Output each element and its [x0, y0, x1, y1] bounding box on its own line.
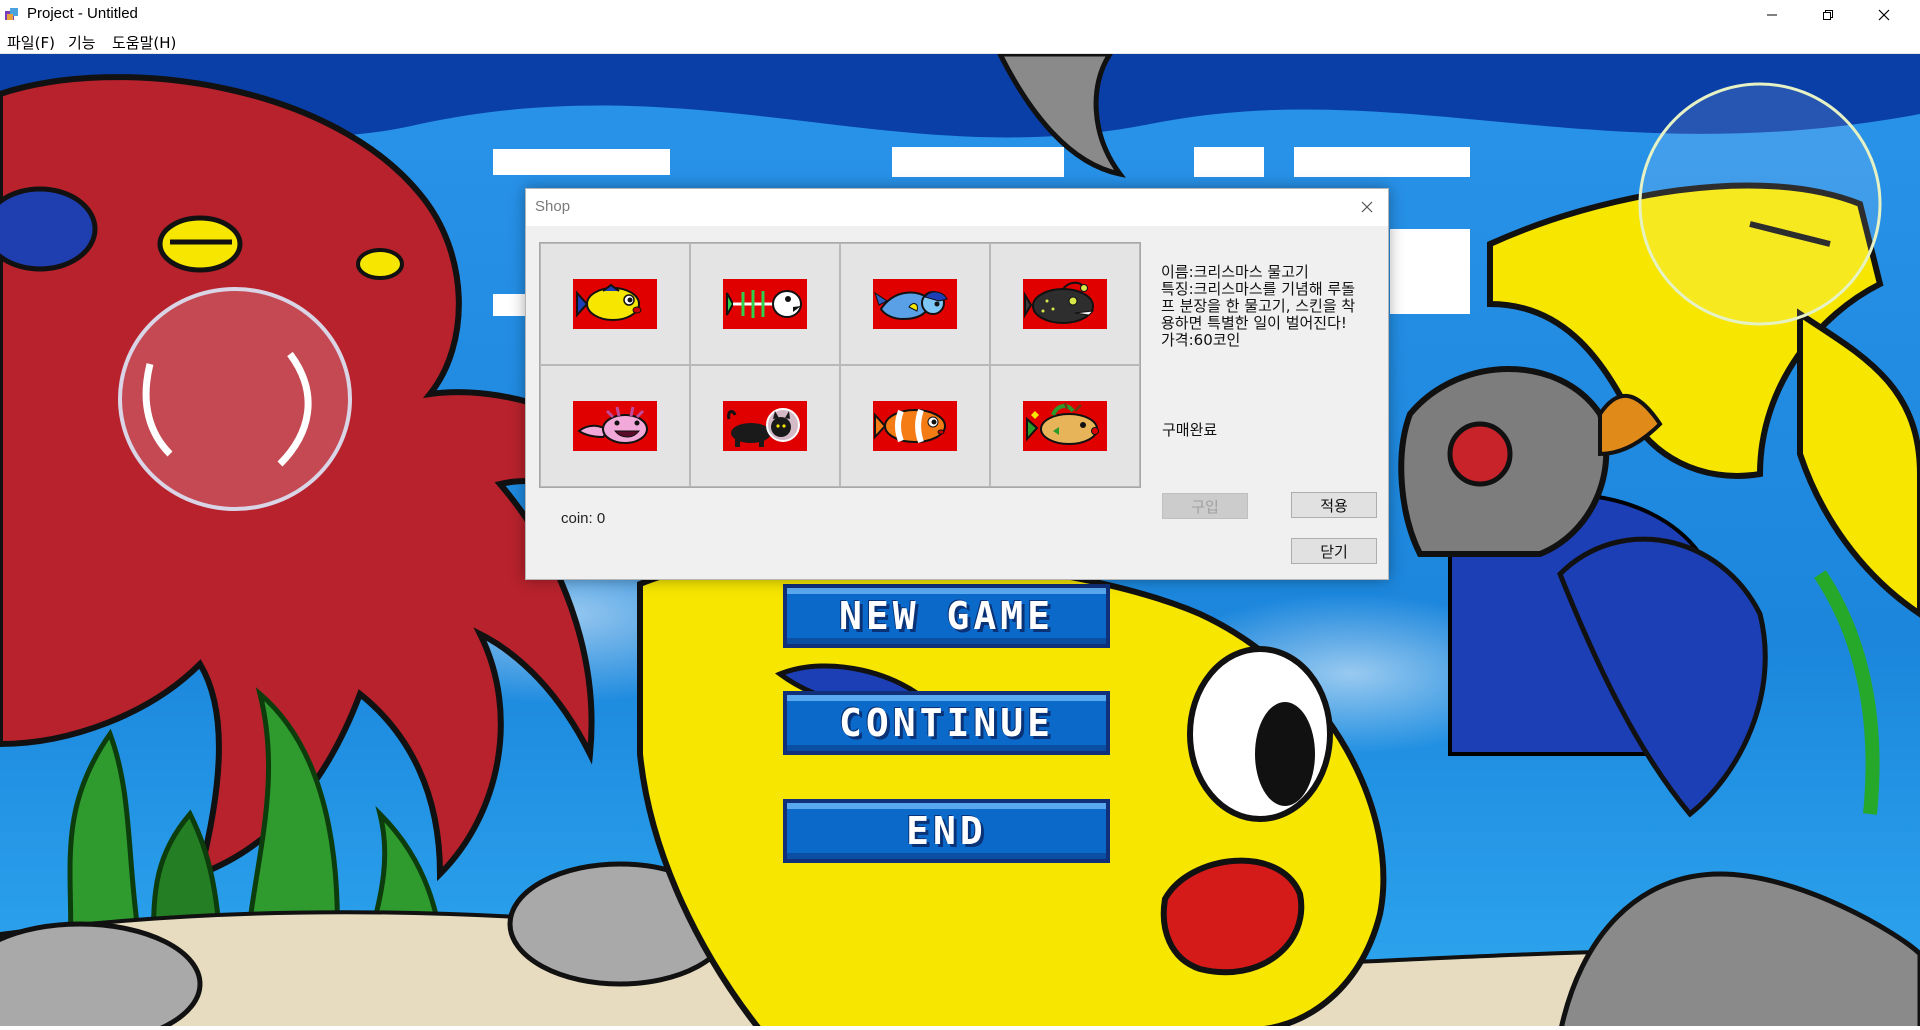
skin-slot-2[interactable] — [690, 243, 840, 365]
menu-file[interactable]: 파일(F) — [7, 32, 55, 53]
skin-slot-4[interactable] — [990, 243, 1140, 365]
skin-slot-7[interactable] — [840, 365, 990, 487]
title-bar: Project - Untitled — [0, 0, 1920, 30]
shop-title: Shop — [535, 198, 571, 215]
window-bottom-edge — [0, 1026, 1920, 1030]
buy-button[interactable]: 구입 — [1162, 493, 1248, 519]
menu-help[interactable]: 도움말(H) — [112, 32, 176, 53]
skin-slot-3[interactable] — [840, 243, 990, 365]
item-info: 이름:크리스마스 물고기 특징:크리스마스를 기념해 루돌프 분장을 한 물고기… — [1161, 264, 1366, 349]
skin-slot-6[interactable] — [690, 365, 840, 487]
close-shop-button[interactable]: 닫기 — [1291, 538, 1377, 564]
restore-icon — [1823, 10, 1833, 20]
menu-function[interactable]: 기능 — [68, 32, 96, 53]
app-icon — [5, 8, 18, 20]
window-title: Project - Untitled — [27, 5, 138, 22]
pink-axolotl-skin-icon — [573, 401, 657, 451]
skin-slot-5[interactable] — [540, 365, 690, 487]
purchase-status: 구매완료 — [1162, 421, 1218, 439]
item-price: 가격:60코인 — [1161, 331, 1241, 349]
skin-slot-1[interactable] — [540, 243, 690, 365]
minimize-button[interactable] — [1744, 0, 1800, 30]
skin-slot-8[interactable] — [990, 365, 1140, 487]
shop-title-bar: Shop — [526, 189, 1388, 226]
close-button[interactable] — [1856, 0, 1912, 30]
blue-mermaid-skin-icon — [873, 279, 957, 329]
close-icon — [1878, 9, 1890, 21]
end-button[interactable]: END — [783, 799, 1110, 863]
christmas-fish-skin-icon — [1023, 401, 1107, 451]
item-description: 특징:크리스마스를 기념해 루돌프 분장을 한 물고기, 스킨을 착용하면 특별… — [1161, 280, 1356, 332]
restore-button[interactable] — [1800, 0, 1856, 30]
close-icon — [1361, 201, 1373, 213]
clownfish-skin-icon — [873, 401, 957, 451]
black-cat-skin-icon — [723, 401, 807, 451]
shop-close-button[interactable] — [1352, 193, 1382, 221]
coin-counter: coin: 0 — [561, 510, 606, 527]
minimize-icon — [1767, 14, 1777, 16]
shop-dialog: Shop coin: 0 이름:크리스마스 물고기 특징:크리스마스를 기념해 … — [525, 188, 1389, 580]
new-game-button[interactable]: NEW GAME — [783, 584, 1110, 648]
yellow-fish-skin-icon — [573, 279, 657, 329]
item-name: 이름:크리스마스 물고기 — [1161, 263, 1309, 281]
skin-grid — [539, 242, 1141, 488]
continue-button[interactable]: CONTINUE — [783, 691, 1110, 755]
angler-fish-skin-icon — [1023, 279, 1107, 329]
menu-bar: 파일(F) 기능 도움말(H) — [0, 30, 1920, 54]
skeleton-fish-skin-icon — [723, 279, 807, 329]
apply-button[interactable]: 적용 — [1291, 492, 1377, 518]
